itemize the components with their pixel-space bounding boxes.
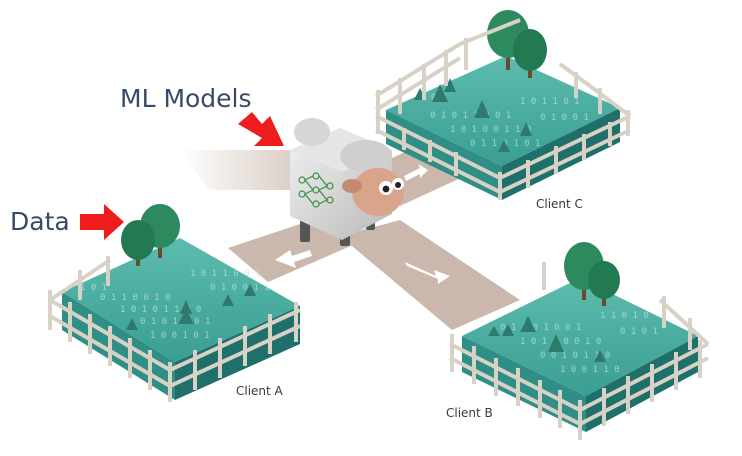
federated-learning-diagram: 0 1 1 0 0 1 0 1 0 1 0 1 1 0 0 0 1 0 1 1 …	[0, 0, 742, 456]
client-a-label: Client A	[236, 384, 283, 398]
svg-text:1 1 0 1 0: 1 1 0 1 0	[600, 311, 649, 321]
svg-text:0 1 0 0 1: 0 1 0 0 1	[540, 113, 589, 123]
red-arrow-ml-models	[238, 112, 284, 146]
svg-text:0 1 1 0 1 0 0 1: 0 1 1 0 1 0 0 1	[500, 323, 581, 333]
svg-text:1 0 1 1 0 0 1: 1 0 1 1 0 0 1	[190, 269, 260, 279]
svg-text:0 1 0 1 1 0 0 1: 0 1 0 1 1 0 0 1	[430, 111, 511, 121]
svg-text:1 0 0 1 1 0: 1 0 0 1 1 0	[560, 365, 620, 375]
svg-text:0 1 0 1: 0 1 0 1	[620, 327, 658, 337]
svg-text:1 0 1 1 0 1: 1 0 1 1 0 1	[520, 97, 580, 107]
ml-models-label: ML Models	[120, 84, 252, 113]
diagram-canvas: 0 1 1 0 0 1 0 1 0 1 0 1 1 0 0 0 1 0 1 1 …	[48, 10, 710, 440]
data-label: Data	[10, 207, 70, 236]
svg-text:0 1 1 0 0 1 0: 0 1 1 0 0 1 0	[100, 293, 170, 303]
sheep-head	[352, 168, 404, 216]
svg-text:1 0 1 0 0 1 1 0: 1 0 1 0 0 1 1 0	[450, 125, 531, 135]
client-b-label: Client B	[446, 406, 493, 420]
svg-text:1 0 1: 1 0 1	[80, 283, 107, 293]
client-a-farm: 0 1 1 0 0 1 0 1 0 1 0 1 1 0 0 0 1 0 1 1 …	[48, 204, 301, 402]
svg-text:1 0 0 1 0 1: 1 0 0 1 0 1	[150, 331, 210, 341]
red-arrow-data	[80, 204, 124, 240]
client-c-label: Client C	[536, 197, 583, 211]
svg-text:0 1 0 0 1 1: 0 1 0 0 1 1	[210, 283, 270, 293]
svg-text:0 1 0 1 1 0 1: 0 1 0 1 1 0 1	[140, 317, 210, 327]
